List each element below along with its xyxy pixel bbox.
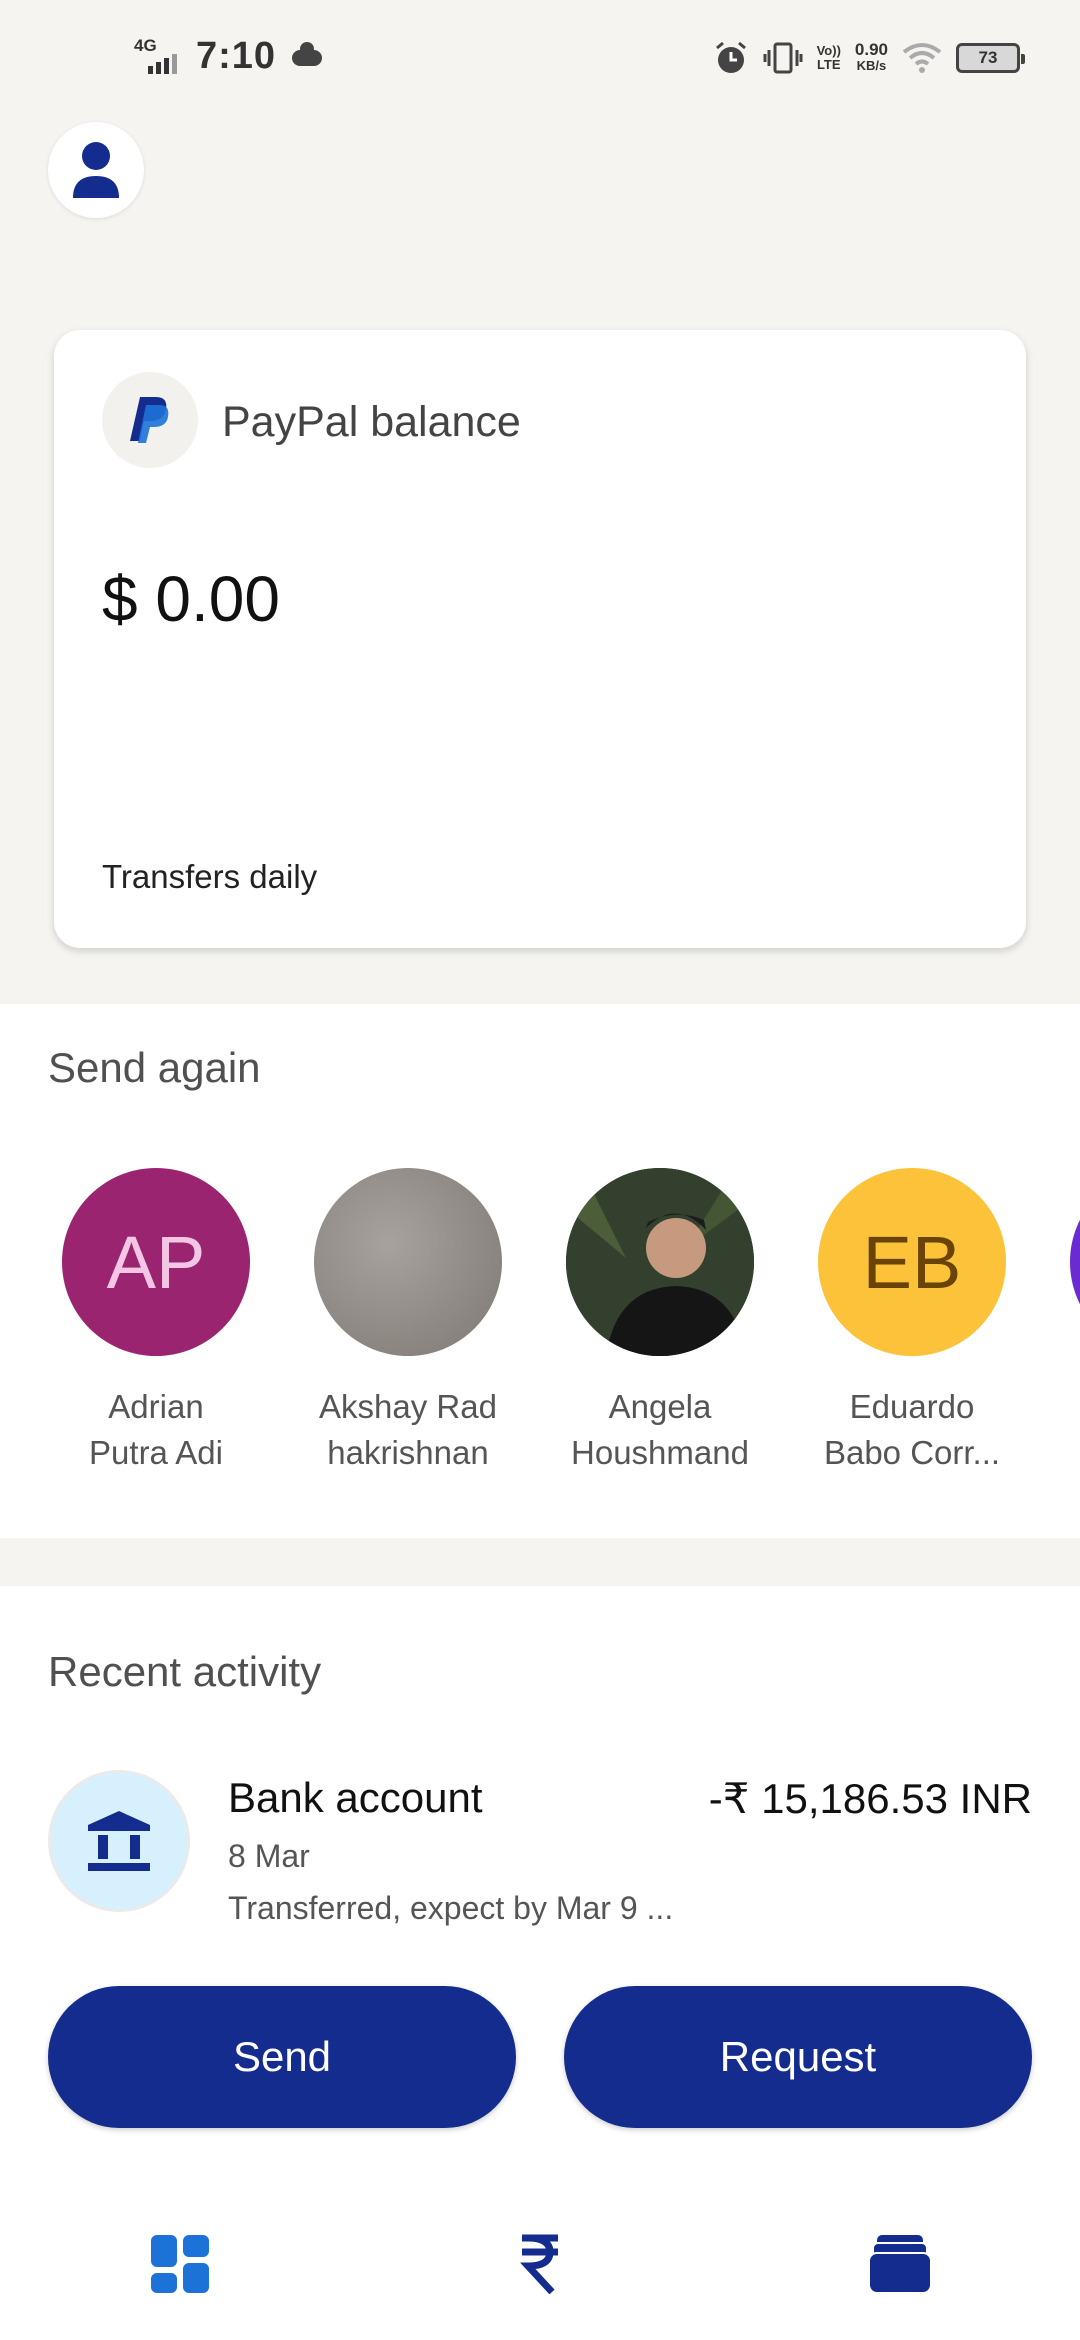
contact-item[interactable]: AP Adrian Putra Adi (56, 1168, 256, 1476)
contact-initials: EB (862, 1220, 962, 1304)
alarm-icon (715, 41, 746, 73)
volte-indicator: Vo)) LTE (817, 44, 841, 72)
contact-item[interactable]: Akshay Rad hakrishnan (308, 1168, 508, 1476)
paypal-logo-icon (102, 372, 198, 468)
bottom-navigation (0, 2180, 1080, 2340)
network-speed: 0.90 KB/s (854, 40, 888, 74)
status-bar: 4G 7:10 Vo)) LTE 0.90 KB/s 73 (0, 0, 1080, 120)
lte-label: LTE (816, 57, 841, 72)
transfer-note: Transfers daily (102, 858, 318, 895)
rupee-icon (520, 2234, 558, 2294)
balance-amount: $ 0.00 (102, 563, 280, 635)
wallet-icon (869, 2235, 931, 2293)
contact-name-line2: Houshmand (571, 1434, 749, 1471)
paypal-balance-card[interactable]: PayPal balance $ 0.00 Transfers daily (54, 330, 1026, 948)
speed-value: 0.90 (854, 40, 888, 59)
send-again-list: AP Adrian Putra Adi Akshay Rad hakrishna… (0, 1168, 1080, 1488)
wifi-icon (902, 43, 942, 73)
activity-title: Bank account (228, 1774, 483, 1821)
balance-label: PayPal balance (222, 398, 521, 446)
contact-item[interactable]: EB Eduardo Babo Corr... (812, 1168, 1012, 1476)
contact-initials: AP (106, 1220, 206, 1304)
activity-item[interactable]: Bank account -₹ 15,186.53 INR 8 Mar Tran… (48, 1770, 1032, 1930)
volte-label: Vo)) (816, 43, 841, 58)
battery-icon: 73 (956, 43, 1025, 73)
dashboard-icon (151, 2235, 209, 2293)
contact-name-line1: Adrian (108, 1388, 204, 1425)
request-button[interactable]: Request (564, 1986, 1032, 2128)
cellular-signal-icon: 4G (134, 34, 190, 78)
section-divider (0, 1538, 1080, 1586)
contact-item[interactable]: Angela Houshmand (560, 1168, 760, 1476)
battery-level: 73 (978, 48, 998, 67)
contact-avatar-partial[interactable] (1070, 1168, 1080, 1356)
contact-photo (566, 1168, 754, 1356)
send-button[interactable]: Send (48, 1986, 516, 2128)
network-type: 4G (134, 36, 157, 55)
recent-activity-title: Recent activity (48, 1648, 322, 1695)
activity-amount: -₹ 15,186.53 INR (708, 1775, 1032, 1822)
nav-wallet[interactable] (860, 2224, 940, 2304)
contact-name-line2: hakrishnan (327, 1434, 489, 1471)
profile-button[interactable] (48, 122, 144, 218)
send-again-title: Send again (48, 1044, 261, 1091)
status-time: 7:10 (196, 34, 277, 77)
activity-date: 8 Mar (228, 1838, 310, 1874)
profile-icon (73, 142, 119, 198)
nav-home[interactable] (140, 2224, 220, 2304)
bank-icon (48, 1770, 190, 1912)
speed-unit: KB/s (856, 58, 887, 73)
vibrate-icon (763, 42, 803, 74)
contact-name-line1: Eduardo (849, 1388, 975, 1425)
contact-name-line1: Akshay Rad (319, 1388, 497, 1425)
contact-photo (314, 1168, 502, 1356)
cloud-icon (292, 42, 323, 66)
nav-payments[interactable] (500, 2224, 580, 2304)
contact-name-line2: Putra Adi (89, 1434, 223, 1471)
contact-avatar: AP (62, 1168, 250, 1356)
contact-name-line2: Babo Corr... (823, 1434, 1001, 1471)
activity-description: Transferred, expect by Mar 9 ... (228, 1890, 674, 1926)
contact-name-line1: Angela (608, 1388, 712, 1425)
contact-avatar: EB (818, 1168, 1006, 1356)
